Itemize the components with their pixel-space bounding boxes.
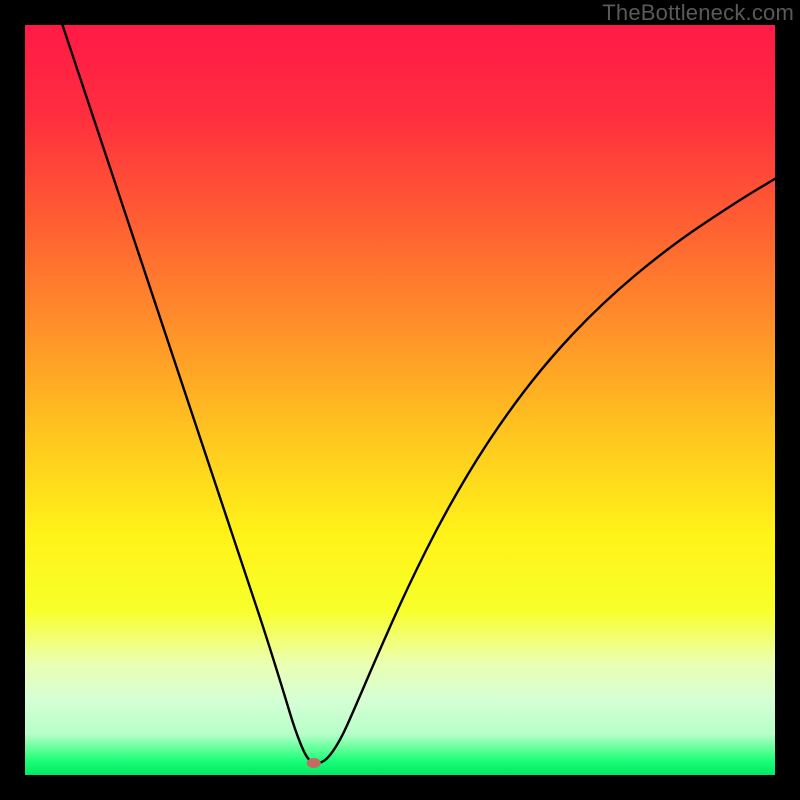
bottleneck-chart (25, 25, 775, 775)
watermark-text: TheBottleneck.com (602, 0, 794, 26)
gradient-background (25, 25, 775, 775)
plot-area (25, 25, 775, 775)
optimal-point-marker (307, 758, 321, 768)
chart-frame: TheBottleneck.com (0, 0, 800, 800)
